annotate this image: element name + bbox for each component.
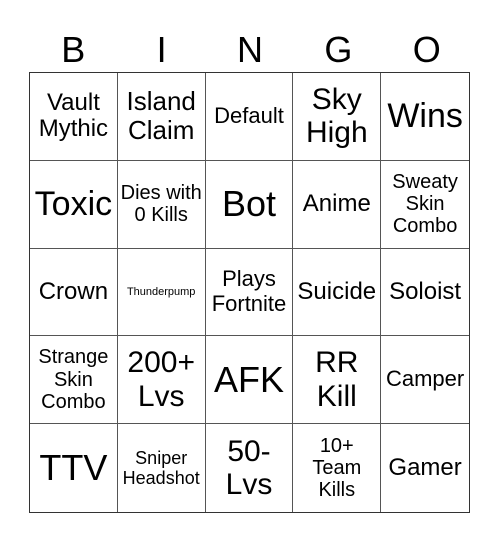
bingo-cell[interactable]: Sniper Headshot [118,424,206,512]
bingo-cell[interactable]: Dies with 0 Kills [117,160,206,249]
bingo-cell[interactable]: Default [205,73,294,161]
header-letter-i: I [156,29,167,70]
bingo-cell[interactable]: Anime [293,160,382,249]
bingo-cell[interactable]: Vault Mythic [30,73,118,161]
bingo-cell[interactable]: RR Kill [293,336,382,425]
bingo-header: B I N G O [29,28,471,72]
bingo-cell[interactable]: Sweaty Skin Combo [381,161,469,249]
bingo-cell[interactable]: Island Claim [117,73,206,161]
bingo-cell[interactable]: 200+ Lvs [117,336,206,425]
bingo-cell[interactable]: Crown [30,248,118,337]
bingo-cell[interactable]: 10+ Team Kills [293,424,382,512]
bingo-cell[interactable]: Plays Fortnite [205,248,294,337]
header-letter-b: B [61,29,86,70]
bingo-cell[interactable]: Wins [381,73,469,161]
bingo-cell[interactable]: Camper [381,336,469,425]
bingo-cell[interactable]: Toxic [30,160,118,249]
bingo-cell[interactable]: AFK [205,336,294,425]
bingo-cell[interactable]: Suicide [293,248,382,337]
bingo-cell[interactable]: Gamer [381,424,469,512]
header-letter-n: N [236,29,263,70]
bingo-card: Vault Mythic Island Claim Default Sky Hi… [29,72,470,513]
bingo-cell[interactable]: Soloist [381,249,469,337]
bingo-cell[interactable]: Thunderpump [117,248,206,337]
bingo-cell[interactable]: Bot [205,160,294,249]
header-letter-g: G [324,29,353,70]
bingo-cell[interactable]: 50- Lvs [206,424,294,512]
bingo-cell[interactable]: Sky High [293,73,382,161]
bingo-cell[interactable]: Strange Skin Combo [30,336,118,425]
bingo-cell[interactable]: TTV [30,424,118,512]
header-letter-o: O [412,29,441,70]
